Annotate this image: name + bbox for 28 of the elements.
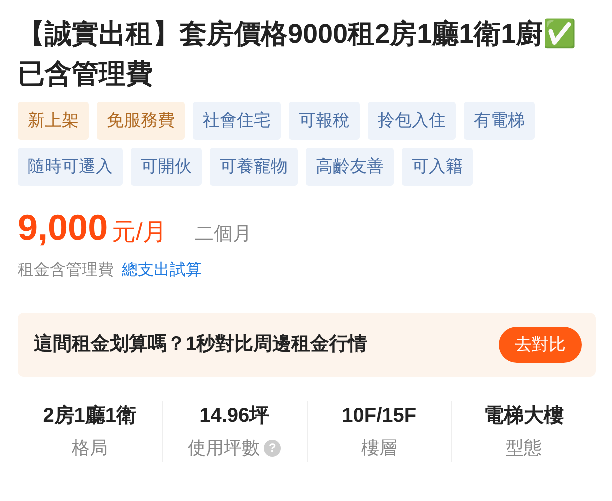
feature-tag: 可入籍	[402, 148, 473, 186]
stat-label: 使用坪數	[188, 438, 260, 458]
feature-tag: 社會住宅	[193, 102, 281, 140]
feature-tag: 隨時可遷入	[18, 148, 123, 186]
feature-tag: 高齡友善	[306, 148, 394, 186]
cost-calculator-link[interactable]: 總支出試算	[122, 259, 202, 283]
compare-text: 這間租金划算嗎？1秒對比周邊租金行情	[34, 332, 368, 356]
feature-tag: 有電梯	[464, 102, 535, 140]
deposit-text: 二個月	[194, 223, 252, 247]
stat-label: 格局	[72, 438, 108, 458]
stat-value: 2房1廳1衛	[42, 404, 138, 428]
listing-title: 【誠實出租】套房價格9000租2房1廳1衛1廚✅已含管理費	[18, 18, 578, 91]
stat-value: 14.96坪	[198, 404, 271, 428]
feature-tag: 可開伙	[131, 148, 202, 186]
price-amount: 9,000	[18, 210, 108, 246]
help-icon: ?	[264, 440, 282, 456]
feature-tag: 免服務費	[97, 102, 185, 140]
feature-tag: 新上架	[18, 102, 89, 140]
price-unit: 元/月	[112, 218, 167, 248]
stat-label: 型態	[506, 438, 542, 458]
price-note: 租金含管理費	[18, 260, 114, 281]
stat-value: 電梯大樓	[483, 404, 566, 428]
stat-value: 10F/15F	[341, 404, 418, 428]
feature-tag: 可養寵物	[210, 148, 298, 186]
feature-tag: 拎包入住	[368, 102, 456, 140]
feature-tag: 可報稅	[289, 102, 360, 140]
compare-button[interactable]: 去對比	[499, 327, 582, 362]
stat-label: 樓層	[361, 438, 398, 458]
